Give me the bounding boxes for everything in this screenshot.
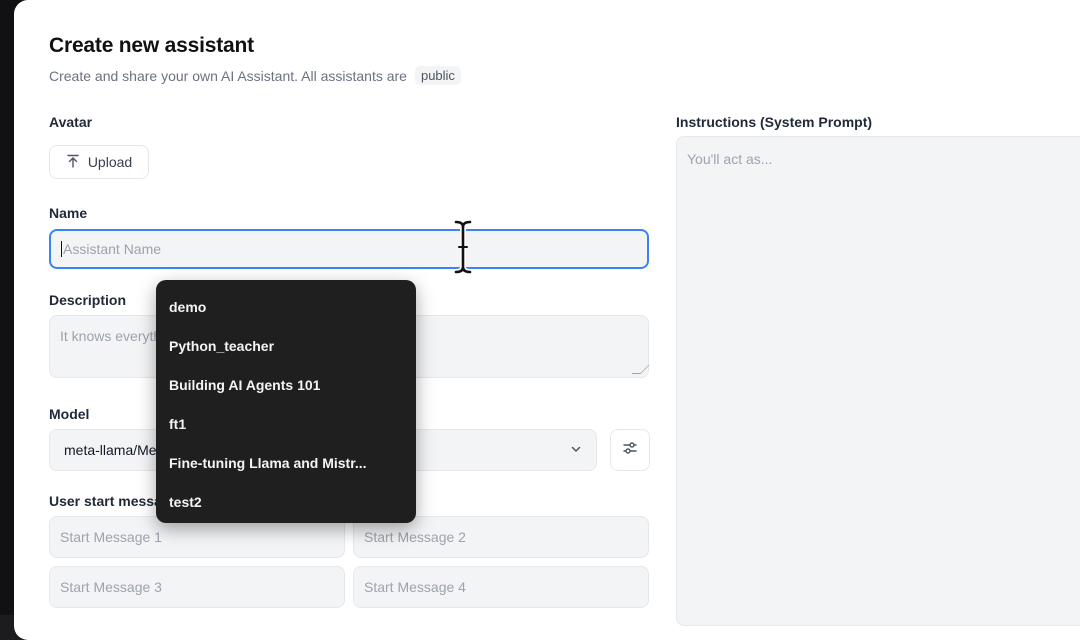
chevron-down-icon	[570, 443, 582, 458]
resize-handle[interactable]	[631, 365, 650, 374]
subtitle-text: Create and share your own AI Assistant. …	[49, 67, 407, 84]
assistant-name-input[interactable]: Assistant Name	[49, 229, 649, 269]
start-message-placeholder: Start Message 1	[60, 529, 162, 545]
system-prompt-placeholder: You'll act as...	[687, 151, 773, 167]
autocomplete-option[interactable]: ft1	[156, 404, 416, 443]
start-message-placeholder: Start Message 4	[364, 579, 466, 595]
visibility-badge: public	[414, 66, 461, 85]
autocomplete-option[interactable]: demo	[156, 287, 416, 326]
assistant-name-placeholder: Assistant Name	[63, 241, 162, 257]
autocomplete-option[interactable]: Fine-tuning Llama and Mistr...	[156, 443, 416, 482]
upload-button-label: Upload	[87, 154, 133, 170]
text-cursor-icon	[452, 218, 474, 276]
create-assistant-modal: Create new assistant Create and share yo…	[14, 0, 1080, 640]
upload-avatar-button[interactable]: Upload	[49, 145, 149, 179]
model-label: Model	[49, 406, 90, 422]
description-label: Description	[49, 292, 127, 308]
text-caret	[61, 241, 62, 257]
name-label: Name	[49, 205, 88, 221]
autocomplete-option[interactable]: test2	[156, 482, 416, 521]
start-message-placeholder: Start Message 3	[60, 579, 162, 595]
autocomplete-option[interactable]: Building AI Agents 101	[156, 365, 416, 404]
avatar-label: Avatar	[49, 114, 93, 130]
instructions-label: Instructions (System Prompt)	[676, 114, 873, 130]
page-subtitle: Create and share your own AI Assistant. …	[49, 66, 461, 85]
name-autocomplete-dropdown: demo Python_teacher Building AI Agents 1…	[156, 280, 416, 523]
start-message-placeholder: Start Message 2	[364, 529, 466, 545]
system-prompt-input[interactable]: You'll act as...	[676, 136, 1080, 626]
start-message-3-input[interactable]: Start Message 3	[49, 566, 345, 608]
sliders-icon	[622, 440, 638, 461]
model-settings-button[interactable]	[610, 429, 650, 471]
upload-icon	[66, 154, 80, 170]
page-title: Create new assistant	[49, 34, 254, 57]
start-message-4-input[interactable]: Start Message 4	[353, 566, 649, 608]
autocomplete-option[interactable]: Python_teacher	[156, 326, 416, 365]
